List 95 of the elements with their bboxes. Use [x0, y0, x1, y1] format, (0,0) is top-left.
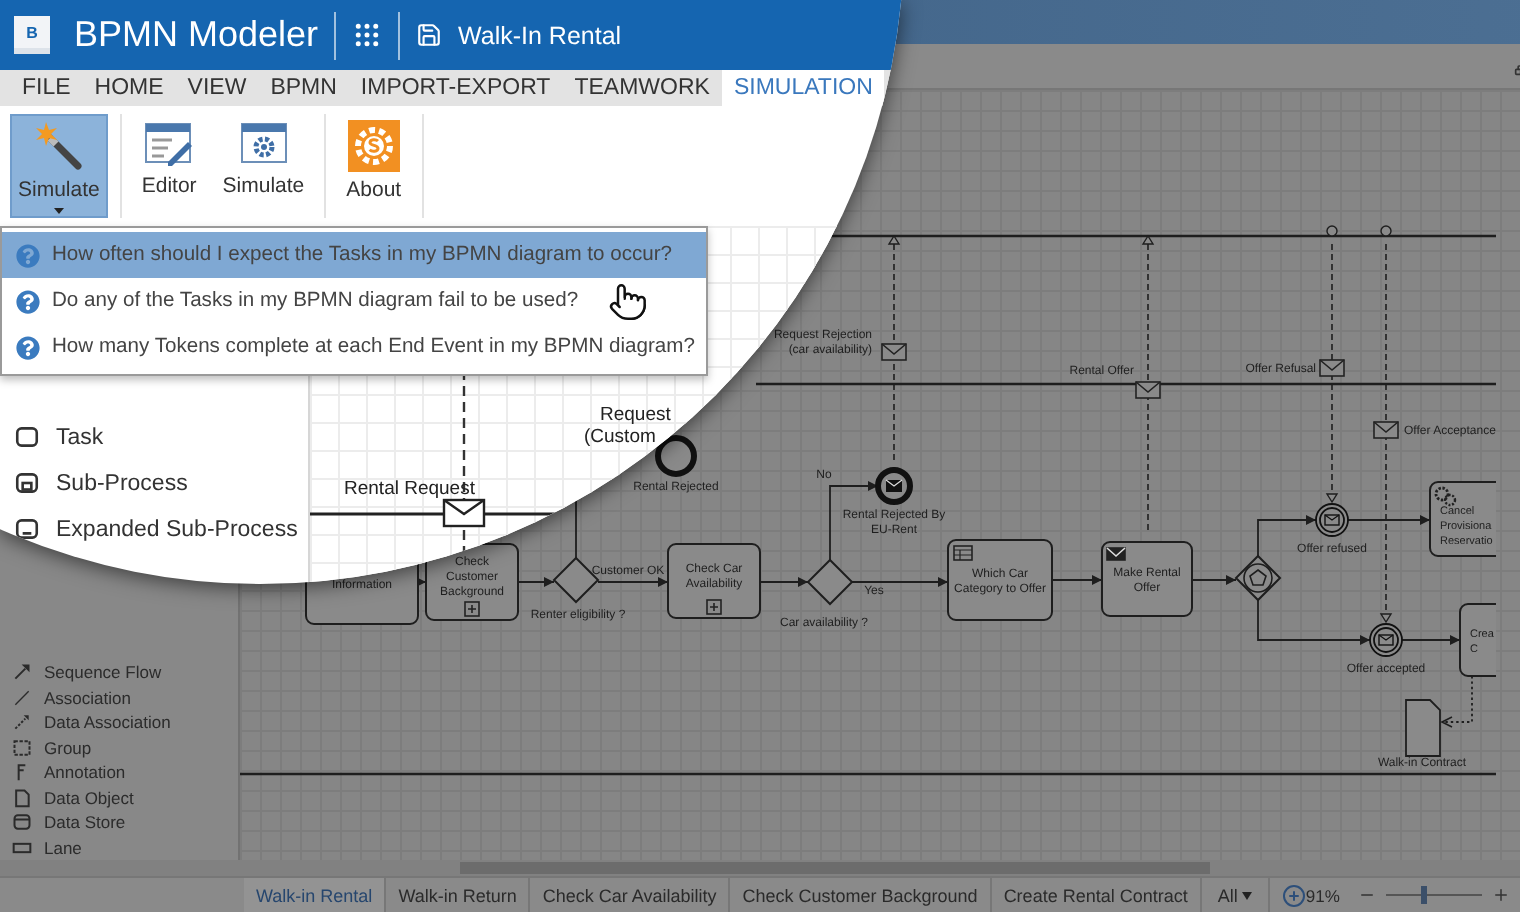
task-box — [1429, 481, 1496, 557]
palette-item[interactable]: Expanded Sub-Process — [56, 517, 298, 541]
diagram-tab[interactable]: Check Customer Background — [730, 878, 992, 912]
task-box — [667, 543, 761, 619]
ribbon-button[interactable]: Editor — [133, 114, 205, 218]
gear-window-icon — [237, 120, 290, 168]
envelope-icon — [1319, 359, 1345, 377]
message-event — [1369, 623, 1403, 657]
table-icon — [953, 545, 973, 561]
menu-item[interactable]: Do any of the Tasks in my BPMN diagram fail to be used? — [2, 278, 706, 324]
event-gateway — [1234, 554, 1282, 602]
message-label: Rental Request — [344, 478, 475, 500]
hand-cursor-icon — [608, 282, 648, 322]
plus-marker-icon — [706, 599, 722, 615]
sequence-flow-arrow — [1191, 575, 1237, 585]
horizontal-scrollbar[interactable] — [0, 860, 1520, 876]
sequence-flow-arrow — [1257, 599, 1371, 645]
data-object-icon — [12, 787, 32, 808]
gateway-diamond — [806, 558, 854, 606]
envelope-icon — [1106, 547, 1126, 561]
sequence-flow-arrow — [1347, 515, 1431, 525]
palette-item[interactable]: Group — [44, 737, 92, 758]
data-object — [1405, 699, 1441, 757]
add-tab-icon[interactable] — [1281, 883, 1306, 907]
ribbon-button[interactable]: Simulate — [214, 114, 313, 218]
diagram-tab[interactable]: Walk-in Return — [386, 878, 531, 912]
editor-icon — [143, 120, 196, 168]
envelope-icon — [881, 343, 907, 361]
message-event — [875, 467, 913, 505]
zoom-in-icon[interactable] — [1491, 886, 1510, 904]
menu-item[interactable]: How many Tokens complete at each End Event in my BPMN diagram? — [2, 324, 706, 370]
help-icon — [16, 335, 40, 359]
menu-item[interactable]: How often should I expect the Tasks in my BPMN diagram to occur? — [2, 232, 706, 278]
lane-icon — [12, 837, 32, 858]
apps-grid-icon[interactable] — [352, 20, 383, 50]
menu-tab[interactable]: TEAMWORK — [562, 70, 722, 106]
palette-item[interactable]: Lane — [44, 837, 82, 858]
palette-item[interactable]: Data Store — [44, 812, 126, 833]
caret-icon — [1241, 891, 1252, 899]
menu-tab[interactable]: HOME — [82, 70, 176, 106]
palette-item[interactable]: Sequence Flow — [44, 662, 162, 683]
save-icon[interactable] — [416, 22, 443, 48]
ribbon-button[interactable]: About — [338, 114, 410, 218]
envelope-icon — [1373, 421, 1399, 439]
palette-item[interactable]: Annotation — [44, 762, 126, 783]
end-event — [655, 435, 697, 477]
menu-tab[interactable]: BPMN — [258, 70, 349, 106]
palette-item[interactable]: Task — [56, 425, 104, 449]
sequence-flow-arrow — [517, 577, 555, 587]
sequence-flow-arrow — [1401, 635, 1461, 645]
app-logo: B — [14, 16, 50, 54]
expanded-icon — [14, 516, 40, 542]
magic-wand-icon — [32, 120, 85, 172]
message-event — [1315, 503, 1349, 537]
subprocess-icon — [14, 470, 40, 496]
sequence-icon — [12, 662, 32, 683]
menu-tab[interactable]: FILE — [10, 70, 83, 106]
caret-icon — [53, 208, 64, 214]
ribbon-button[interactable]: Simulate — [10, 114, 108, 218]
help-icon — [16, 243, 40, 267]
data-association-arrow — [1440, 675, 1473, 728]
association-icon — [12, 687, 32, 708]
menu-tab[interactable]: SIMULATION — [721, 70, 885, 106]
sequence-flow-arrow — [1051, 575, 1103, 585]
sequence-flow-arrow — [597, 577, 669, 587]
diagram-tab[interactable]: Check Car Availability — [530, 878, 731, 912]
palette-item[interactable]: Data Object — [44, 787, 134, 808]
diagram-tab[interactable]: Walk-in Rental — [244, 878, 387, 912]
menu-tab[interactable]: VIEW — [175, 70, 259, 106]
palette-item[interactable]: Sub-Process — [56, 471, 188, 495]
app-title: BPMN Modeler — [74, 14, 319, 56]
gear-icon — [347, 120, 400, 172]
task-box — [1459, 603, 1496, 677]
data-store-icon — [12, 812, 32, 833]
envelope-icon — [1135, 381, 1161, 399]
palette-item[interactable]: Data Association — [44, 712, 171, 733]
task-box — [1101, 541, 1193, 617]
help-icon — [16, 289, 40, 313]
diagram-tab[interactable]: Create Rental Contract — [991, 878, 1202, 912]
menu-tab[interactable]: IMPORT-EXPORT — [348, 70, 563, 106]
sequence-flow-arrow — [759, 577, 809, 587]
task-box — [947, 539, 1053, 621]
data-association-icon — [12, 712, 32, 733]
message-label: (Custom — [584, 426, 656, 448]
zoom-reading: 91% — [1305, 885, 1340, 905]
document-title: Walk-In Rental — [458, 21, 622, 49]
task-box — [425, 543, 519, 621]
sequence-flow-arrow — [851, 577, 949, 587]
all-tabs-dropdown[interactable]: All — [1201, 878, 1270, 912]
task-icon — [14, 424, 40, 450]
message-label: Request — [600, 404, 671, 426]
palette-item[interactable]: Association — [44, 687, 131, 708]
gears-icon — [1434, 486, 1457, 507]
group-icon — [12, 737, 32, 758]
plus-marker-icon — [464, 601, 480, 617]
